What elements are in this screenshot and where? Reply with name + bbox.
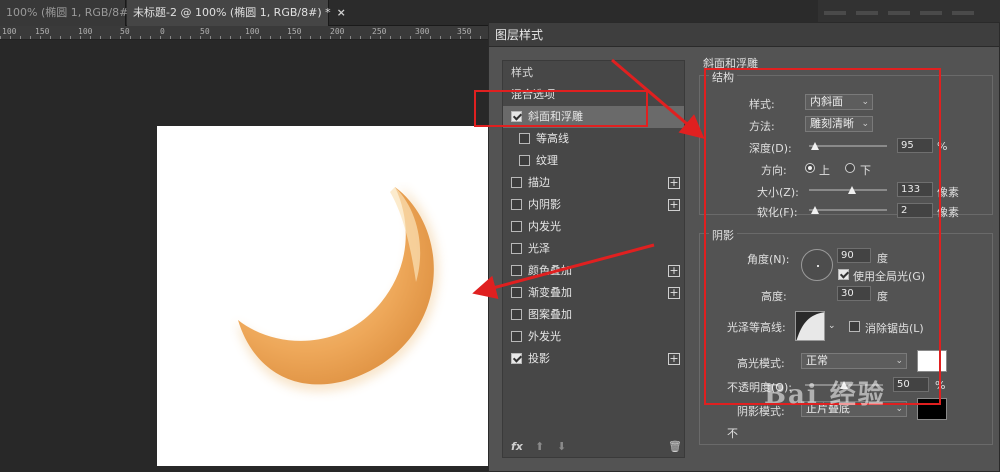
highlight-box-bevel-item bbox=[474, 90, 648, 127]
add-icon[interactable]: + bbox=[668, 199, 680, 211]
style-item-contour[interactable]: 等高线 bbox=[503, 128, 684, 150]
style-item-label: 纹理 bbox=[536, 154, 558, 167]
ruler-tick-label: 150 bbox=[35, 27, 50, 36]
document-tab-1[interactable]: 100% (椭圆 1, RGB/8#) *× bbox=[0, 0, 157, 26]
style-item-label: 内发光 bbox=[528, 220, 561, 233]
ruler-tick-label: 350 bbox=[457, 27, 472, 36]
baidu-watermark: Bai 经验 bbox=[764, 380, 886, 410]
ruler-tick-label: 300 bbox=[415, 27, 430, 36]
shadow-opacity-label: 不 bbox=[727, 427, 738, 440]
style-item-outer-glow[interactable]: 外发光 bbox=[503, 326, 684, 348]
ruler-tick-label: 250 bbox=[372, 27, 387, 36]
style-item-texture[interactable]: 纹理 bbox=[503, 150, 684, 172]
style-item-label: 内阴影 bbox=[528, 198, 561, 211]
style-item-gradient-overlay[interactable]: 渐变叠加 + bbox=[503, 282, 684, 304]
document-tab-2-label: 未标题-2 @ 100% (椭圆 1, RGB/8#) * bbox=[133, 6, 331, 19]
checkbox[interactable] bbox=[519, 133, 530, 144]
ruler-tick-label: 200 bbox=[330, 27, 345, 36]
style-item-drop-shadow[interactable]: 投影 + bbox=[503, 348, 684, 370]
document-tab-2[interactable]: 未标题-2 @ 100% (椭圆 1, RGB/8#) * × bbox=[127, 0, 346, 26]
ruler-tick-label: 50 bbox=[120, 27, 130, 36]
ruler-tick-label: 150 bbox=[287, 27, 302, 36]
ruler-tick-label: 100 bbox=[245, 27, 260, 36]
style-item-satin[interactable]: 光泽 bbox=[503, 238, 684, 260]
style-item-inner-shadow[interactable]: 内阴影 + bbox=[503, 194, 684, 216]
checkbox[interactable] bbox=[511, 265, 522, 276]
document-tab-1-label: 100% (椭圆 1, RGB/8#) * bbox=[6, 6, 142, 19]
add-icon[interactable]: + bbox=[668, 353, 680, 365]
checkbox[interactable] bbox=[511, 199, 522, 210]
style-item-label: 外发光 bbox=[528, 330, 561, 343]
add-icon[interactable]: + bbox=[668, 265, 680, 277]
close-icon[interactable]: × bbox=[337, 6, 346, 19]
horizontal-ruler: 100 150 100 50 0 50 100 150 200 250 300 … bbox=[0, 26, 488, 40]
checkbox[interactable] bbox=[511, 353, 522, 364]
add-icon[interactable]: + bbox=[668, 287, 680, 299]
style-item-stroke[interactable]: 描边 + bbox=[503, 172, 684, 194]
checkbox[interactable] bbox=[511, 243, 522, 254]
add-icon[interactable]: + bbox=[668, 177, 680, 189]
ruler-tick-label: 0 bbox=[160, 27, 165, 36]
highlight-box-settings bbox=[704, 68, 941, 405]
style-item-inner-glow[interactable]: 内发光 bbox=[503, 216, 684, 238]
style-item-label: 颜色叠加 bbox=[528, 264, 572, 277]
checkbox[interactable] bbox=[511, 287, 522, 298]
dialog-title: 图层样式 bbox=[489, 23, 999, 47]
style-item-label: 等高线 bbox=[536, 132, 569, 145]
style-list-footer: fx ⬆ ⬇ 🗑 bbox=[503, 437, 684, 457]
move-up-icon[interactable]: ⬆ bbox=[535, 440, 544, 453]
ruler-tick-label: 100 bbox=[2, 27, 17, 36]
ruler-tick-label: 50 bbox=[200, 27, 210, 36]
style-item-label: 光泽 bbox=[528, 242, 550, 255]
ruler-tick-label: 100 bbox=[78, 27, 93, 36]
checkbox[interactable] bbox=[519, 155, 530, 166]
style-list-header[interactable]: 样式 bbox=[503, 62, 684, 84]
style-item-pattern-overlay[interactable]: 图案叠加 bbox=[503, 304, 684, 326]
style-item-label: 图案叠加 bbox=[528, 308, 572, 321]
trash-icon[interactable]: 🗑 bbox=[668, 440, 682, 453]
checkbox[interactable] bbox=[511, 309, 522, 320]
checkbox[interactable] bbox=[511, 331, 522, 342]
checkbox[interactable] bbox=[511, 177, 522, 188]
style-item-label: 投影 bbox=[528, 352, 550, 365]
style-item-label: 描边 bbox=[528, 176, 550, 189]
move-down-icon[interactable]: ⬇ bbox=[557, 440, 566, 453]
fx-icon[interactable]: fx bbox=[511, 440, 523, 453]
checkbox[interactable] bbox=[511, 221, 522, 232]
style-item-color-overlay[interactable]: 颜色叠加 + bbox=[503, 260, 684, 282]
crescent-moon-shape[interactable] bbox=[230, 182, 460, 412]
style-item-label: 渐变叠加 bbox=[528, 286, 572, 299]
